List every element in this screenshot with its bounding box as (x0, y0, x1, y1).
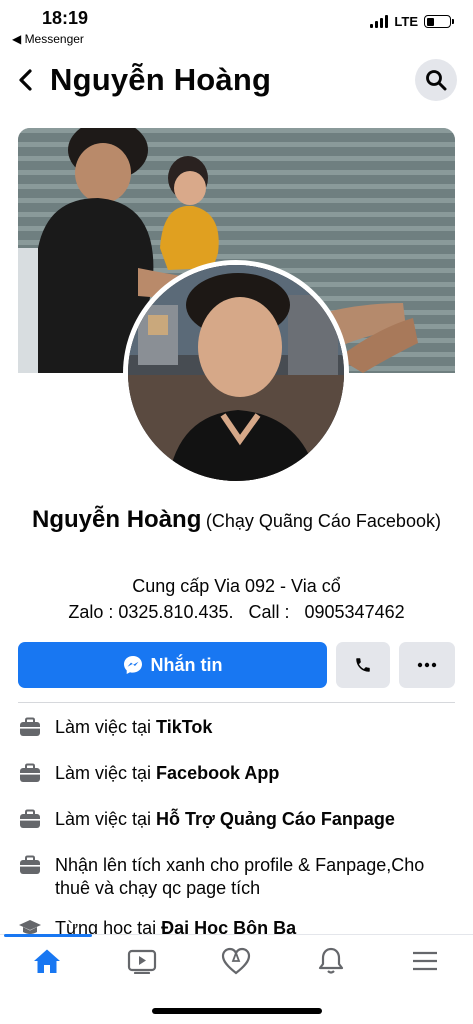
briefcase-icon (20, 717, 40, 736)
battery-icon (424, 15, 454, 28)
briefcase-icon (20, 809, 40, 828)
nav-dating[interactable] (218, 945, 254, 977)
notifications-icon (318, 947, 344, 974)
page-title: Nguyễn Hoàng (50, 62, 272, 97)
watch-icon (127, 949, 157, 974)
chevron-left-icon (19, 69, 32, 91)
profile-name-suffix: (Chạy Quãng Cáo Facebook) (205, 511, 441, 531)
profile-bio: Cung cấp Via 092 - Via cổ Zalo : 0325.81… (20, 573, 453, 625)
nav-notifications[interactable] (313, 945, 349, 977)
network-label: LTE (394, 14, 418, 29)
profile-header: Nguyễn Hoàng (0, 56, 473, 106)
briefcase-icon (20, 855, 40, 874)
nav-home[interactable] (29, 945, 65, 977)
battery-level (426, 17, 435, 26)
phone-icon (356, 658, 370, 672)
status-time: 18:19 (42, 8, 89, 28)
search-button[interactable] (415, 59, 457, 101)
bio-line: Zalo : 0325.810.435. Call : 0905347462 (68, 602, 405, 622)
detail-value[interactable]: Facebook App (156, 763, 279, 783)
profile-name-block: Nguyễn Hoàng (Chạy Quãng Cáo Facebook) (30, 503, 443, 540)
detail-prefix: Làm việc tại (55, 717, 157, 737)
dating-icon (221, 947, 251, 975)
home-icon (34, 949, 60, 973)
call-button[interactable] (336, 642, 390, 688)
detail-prefix: Từng học tại (55, 918, 162, 934)
bio-line: Cung cấp Via 092 - Via cổ (132, 576, 341, 596)
messenger-icon (123, 656, 142, 674)
detail-prefix: Làm việc tại (55, 763, 157, 783)
avatar (128, 265, 344, 481)
detail-prefix: Làm việc tại (55, 809, 157, 829)
search-icon (426, 70, 447, 91)
menu-icon (413, 951, 437, 971)
briefcase-icon (20, 763, 40, 782)
detail-value[interactable]: TikTok (156, 717, 212, 737)
back-to-messenger[interactable]: ◀ Messenger (12, 32, 84, 46)
graduation-cap-icon (19, 920, 41, 934)
detail-value[interactable]: Hỗ Trợ Quảng Cáo Fanpage (156, 809, 395, 829)
detail-item-work[interactable]: Làm việc tại Hỗ Trợ Quảng Cáo Fanpage (18, 808, 458, 831)
detail-item-education[interactable]: Từng học tại Đại Học Bôn Ba (18, 917, 458, 934)
profile-picture[interactable] (123, 260, 349, 486)
more-button[interactable] (399, 642, 455, 688)
detail-prefix: Nhận lên tích xanh cho profile & Fanpage… (55, 855, 425, 898)
signal-icon (370, 15, 389, 28)
detail-item-work[interactable]: Làm việc tại Facebook App (18, 762, 458, 785)
bottom-nav (0, 934, 473, 990)
nav-watch[interactable] (124, 945, 160, 977)
detail-item-work[interactable]: Làm việc tại TikTok (18, 716, 458, 739)
home-indicator[interactable] (152, 1008, 322, 1014)
status-indicators: LTE (370, 14, 454, 29)
message-button[interactable]: Nhắn tin (18, 642, 327, 688)
divider (18, 702, 455, 703)
detail-value[interactable]: Đại Học Bôn Ba (161, 918, 296, 934)
profile-name: Nguyễn Hoàng (32, 506, 202, 533)
detail-item-work: Nhận lên tích xanh cho profile & Fanpage… (18, 854, 458, 900)
message-button-label: Nhắn tin (150, 654, 223, 675)
active-tab-indicator (4, 934, 92, 937)
back-button[interactable] (14, 66, 38, 94)
more-icon (417, 662, 437, 668)
nav-menu[interactable] (407, 945, 443, 977)
